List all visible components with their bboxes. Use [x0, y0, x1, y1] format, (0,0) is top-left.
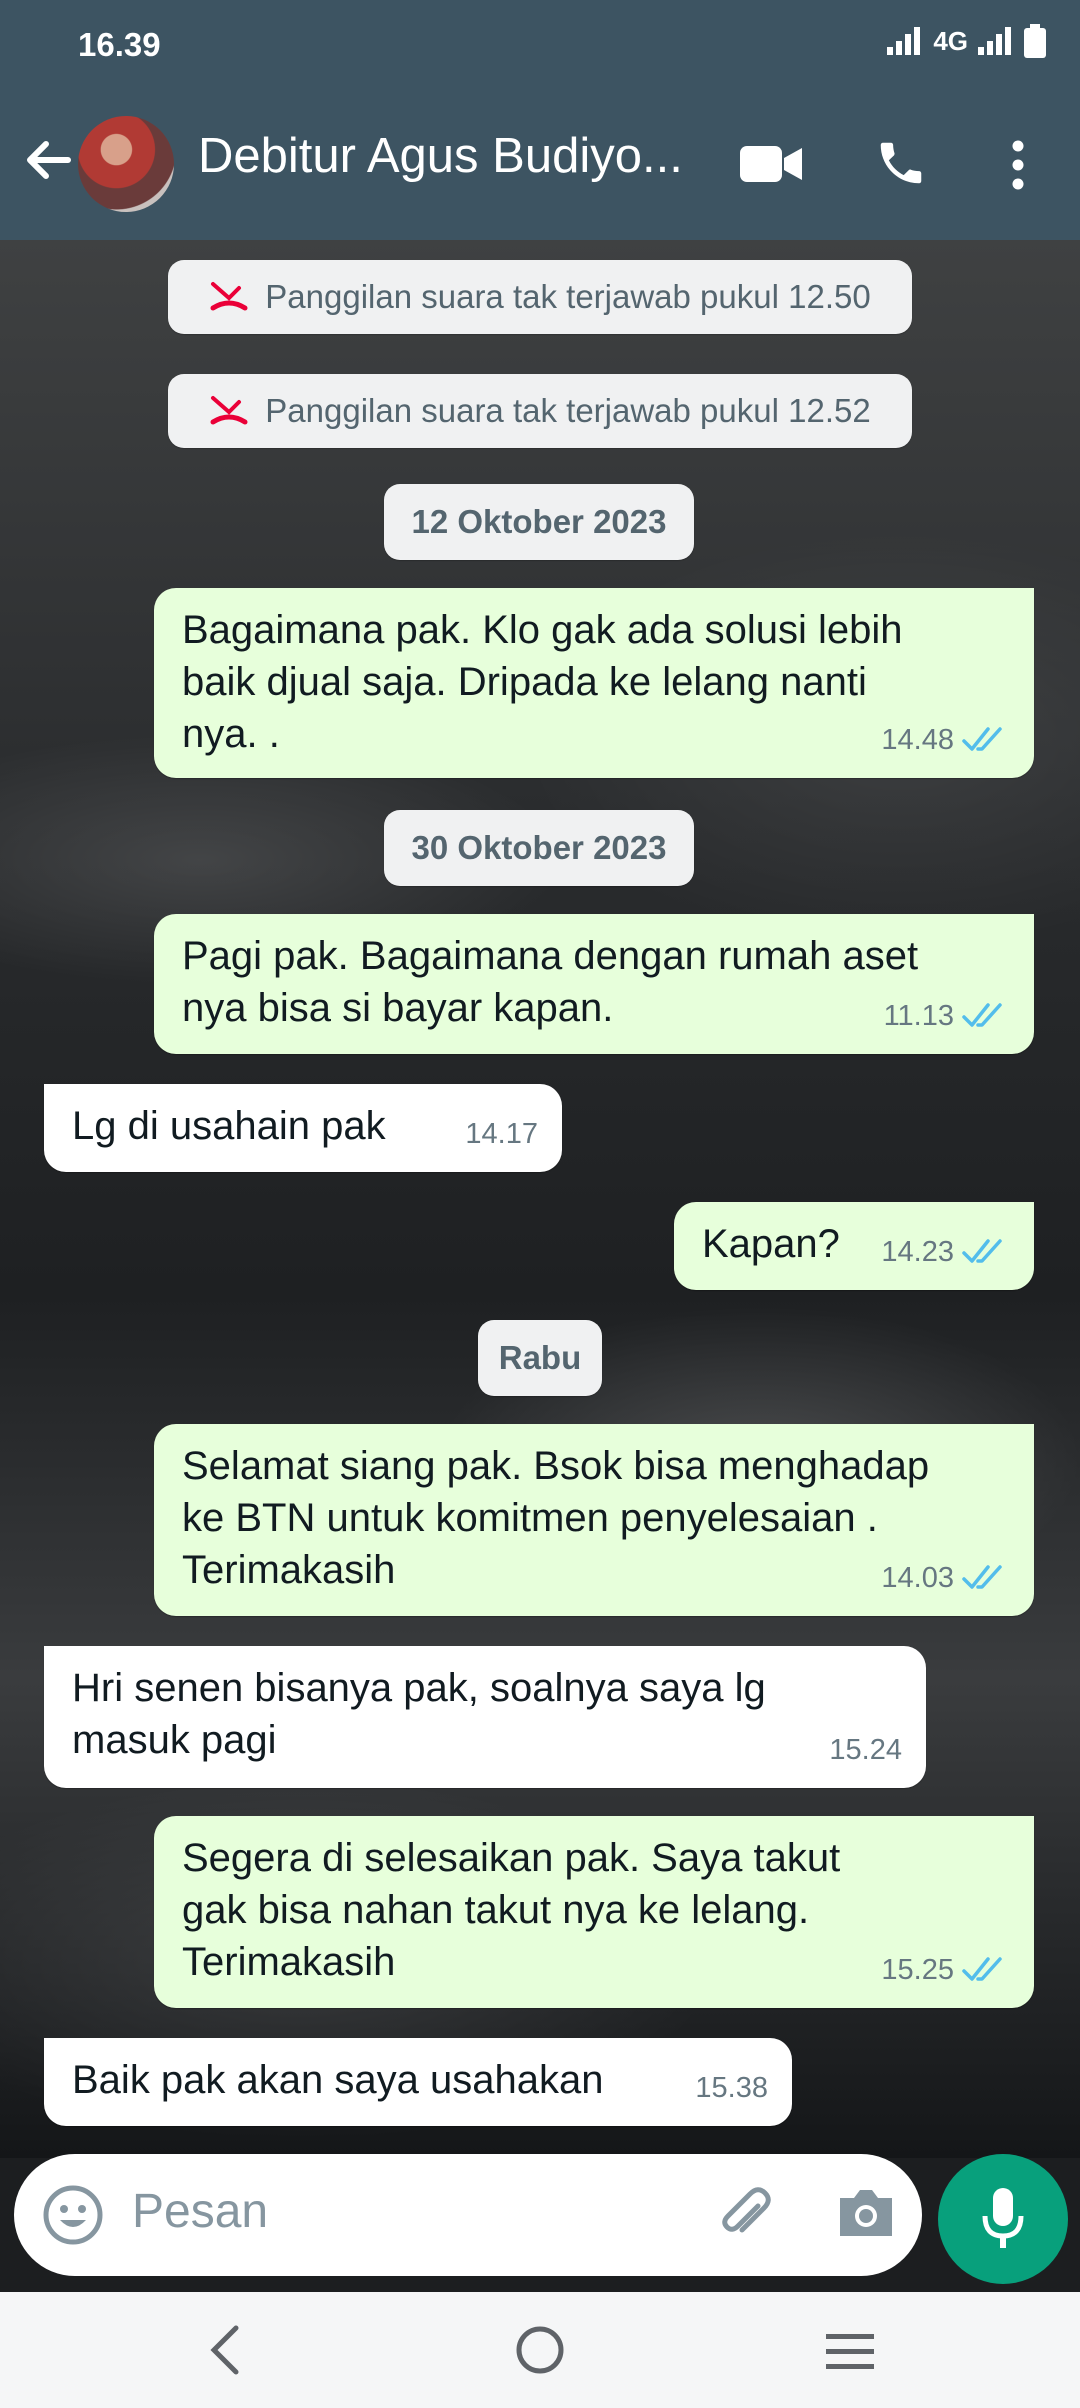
message-time: 14.48 — [881, 724, 954, 756]
nav-back-icon[interactable] — [206, 2324, 242, 2376]
top-bar: 16.39 4G Debitur Agus Budiyo... — [0, 0, 1080, 240]
attach-icon[interactable] — [714, 2184, 778, 2248]
missed-call-notice: Panggilan suara tak terjawab pukul 12.52 — [168, 374, 912, 448]
message-text: Segera di selesaikan pak. Saya takut gak… — [182, 1836, 841, 1984]
emoji-icon[interactable] — [42, 2184, 104, 2246]
signal-icon-2 — [978, 27, 1011, 55]
missed-call-icon — [210, 282, 248, 311]
signal-icon — [887, 27, 921, 55]
message-meta: 11.13 — [884, 990, 1010, 1042]
mic-icon — [982, 2188, 1024, 2248]
nav-home-icon[interactable] — [514, 2324, 566, 2376]
message-text: Selamat siang pak. Bsok bisa menghadap k… — [182, 1444, 930, 1592]
message-text: Pagi pak. Bagaimana dengan rumah aset ny… — [182, 934, 919, 1030]
back-arrow-icon[interactable] — [18, 130, 78, 190]
message-time: 15.25 — [881, 1954, 954, 1986]
voice-record-button[interactable] — [938, 2154, 1068, 2284]
missed-call-text: Panggilan suara tak terjawab pukul 12.50 — [265, 278, 871, 315]
message-time: 15.24 — [829, 1734, 902, 1766]
incoming-message[interactable]: Lg di usahain pak 14.17 — [44, 1084, 562, 1172]
message-time: 14.23 — [881, 1236, 954, 1268]
system-nav-bar — [0, 2292, 1080, 2408]
message-meta: 14.23 — [881, 1226, 1010, 1278]
status-time: 16.39 — [78, 26, 161, 63]
message-meta: 15.24 — [829, 1724, 902, 1776]
missed-call-notice: Panggilan suara tak terjawab pukul 12.50 — [168, 260, 912, 334]
contact-name[interactable]: Debitur Agus Budiyo... — [198, 128, 688, 184]
message-text: Kapan? — [702, 1222, 840, 1266]
double-check-icon — [962, 1957, 1002, 1981]
missed-call-text: Panggilan suara tak terjawab pukul 12.52 — [265, 392, 871, 429]
message-time: 14.17 — [465, 1118, 538, 1150]
video-call-icon[interactable] — [740, 144, 802, 184]
double-check-icon — [962, 1565, 1002, 1589]
date-separator: 30 Oktober 2023 — [384, 810, 694, 886]
message-time: 11.13 — [883, 1000, 954, 1032]
outgoing-message[interactable]: Kapan? 14.23 — [674, 1202, 1034, 1290]
message-text: Bagaimana pak. Klo gak ada solusi lebih … — [182, 608, 903, 756]
message-meta: 14.48 — [881, 714, 1010, 766]
battery-icon — [1024, 24, 1046, 58]
network-type: 4G — [933, 25, 968, 56]
date-separator: Rabu — [478, 1320, 602, 1396]
camera-icon[interactable] — [836, 2186, 896, 2240]
chat-header: Debitur Agus Budiyo... — [0, 100, 1080, 240]
message-text: Hri senen bisanya pak, soalnya saya lg m… — [72, 1666, 766, 1762]
message-meta: 15.25 — [881, 1944, 1010, 1996]
message-time: 14.03 — [881, 1562, 954, 1594]
nav-recents-icon[interactable] — [824, 2332, 876, 2372]
outgoing-message[interactable]: Bagaimana pak. Klo gak ada solusi lebih … — [154, 588, 1034, 778]
date-separator: 12 Oktober 2023 — [384, 484, 694, 560]
message-text: Baik pak akan saya usahakan — [72, 2058, 604, 2102]
incoming-message[interactable]: Hri senen bisanya pak, soalnya saya lg m… — [44, 1646, 926, 1788]
double-check-icon — [962, 1003, 1002, 1027]
outgoing-message[interactable]: Segera di selesaikan pak. Saya takut gak… — [154, 1816, 1034, 2008]
message-meta: 14.03 — [881, 1552, 1010, 1604]
message-input-bar[interactable]: Pesan — [14, 2154, 922, 2276]
avatar[interactable] — [78, 116, 174, 212]
chat-area[interactable]: Panggilan suara tak terjawab pukul 12.50… — [0, 240, 1080, 2158]
message-meta: 14.17 — [465, 1108, 538, 1160]
message-text: Lg di usahain pak — [72, 1104, 386, 1148]
outgoing-message[interactable]: Selamat siang pak. Bsok bisa menghadap k… — [154, 1424, 1034, 1616]
double-check-icon — [962, 727, 1002, 751]
outgoing-message[interactable]: Pagi pak. Bagaimana dengan rumah aset ny… — [154, 914, 1034, 1054]
incoming-message[interactable]: Baik pak akan saya usahakan 15.38 — [44, 2038, 792, 2126]
double-check-icon — [962, 1239, 1002, 1263]
message-time: 15.38 — [695, 2072, 768, 2104]
more-options-icon[interactable] — [1006, 140, 1030, 190]
missed-call-icon — [210, 396, 248, 425]
message-meta: 15.38 — [695, 2062, 768, 2114]
message-input[interactable]: Pesan — [132, 2184, 268, 2239]
voice-call-icon[interactable] — [874, 136, 928, 190]
status-icons: 4G — [887, 24, 1046, 58]
